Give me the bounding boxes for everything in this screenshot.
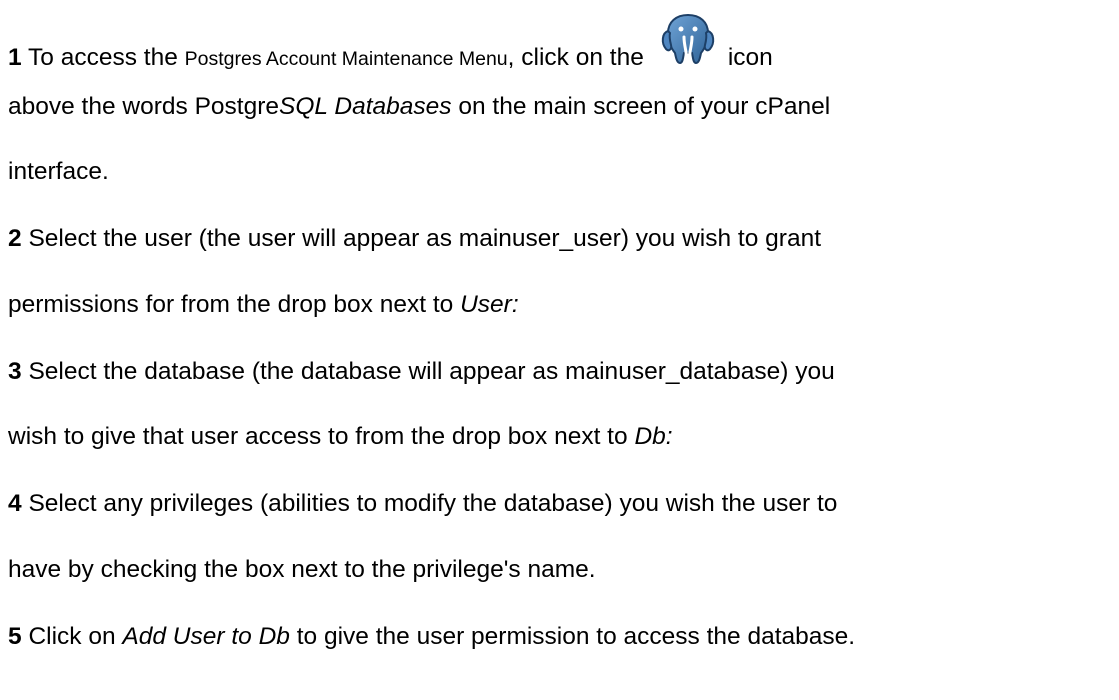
- step-text: permissions for from the drop box next t…: [8, 291, 461, 318]
- step-4-line-1: 4 Select any privileges (abilities to mo…: [8, 489, 837, 519]
- step-text: interface.: [8, 158, 109, 185]
- step-text: above the words Postgre: [8, 93, 280, 120]
- step-number: 2: [8, 225, 22, 252]
- step-2-line-2: permissions for from the drop box next t…: [8, 290, 519, 320]
- emphasis-text: SQL Databases: [279, 93, 452, 120]
- postgresql-elephant-icon: [658, 13, 718, 71]
- step-number: 3: [8, 358, 22, 385]
- step-text: to give the user permission to access th…: [289, 623, 856, 650]
- instructions-document: 1 To access the Postgres Account Mainten…: [0, 0, 1119, 700]
- step-1-line-3: interface.: [8, 157, 109, 187]
- emphasis-text: Db:: [634, 423, 673, 450]
- step-number: 1: [8, 44, 22, 71]
- step-1-line-1: 1 To access the Postgres Account Mainten…: [8, 13, 773, 74]
- step-text: wish to give that user access to from th…: [8, 423, 635, 450]
- step-5-line-1: 5 Click on Add User to Db to give the us…: [8, 622, 855, 652]
- step-text: icon: [727, 44, 773, 71]
- step-3-line-2: wish to give that user access to from th…: [8, 422, 673, 452]
- step-2-line-1: 2 Select the user (the user will appear …: [8, 224, 821, 254]
- step-number: 4: [8, 490, 22, 517]
- step-number: 5: [8, 623, 22, 650]
- step-3-line-1: 3 Select the database (the database will…: [8, 357, 835, 387]
- step-text: Select the database (the database will a…: [28, 358, 835, 385]
- emphasis-text: User:: [460, 291, 519, 318]
- step-text: To access the: [28, 44, 185, 71]
- step-1-line-2: above the words PostgreSQL Databases on …: [8, 92, 830, 122]
- emphasis-text: Add User to Db: [122, 623, 290, 650]
- step-text: Select the user (the user will appear as…: [28, 225, 822, 252]
- step-text: Select any privileges (abilities to modi…: [28, 490, 838, 517]
- step-text: Click on: [28, 623, 123, 650]
- step-text: on the main screen of your cPanel: [451, 93, 831, 120]
- step-text: have by checking the box next to the pri…: [8, 556, 596, 583]
- menu-name: Postgres Account Maintenance Menu: [184, 48, 508, 70]
- step-text: , click on the: [507, 44, 644, 71]
- step-4-line-2: have by checking the box next to the pri…: [8, 555, 596, 585]
